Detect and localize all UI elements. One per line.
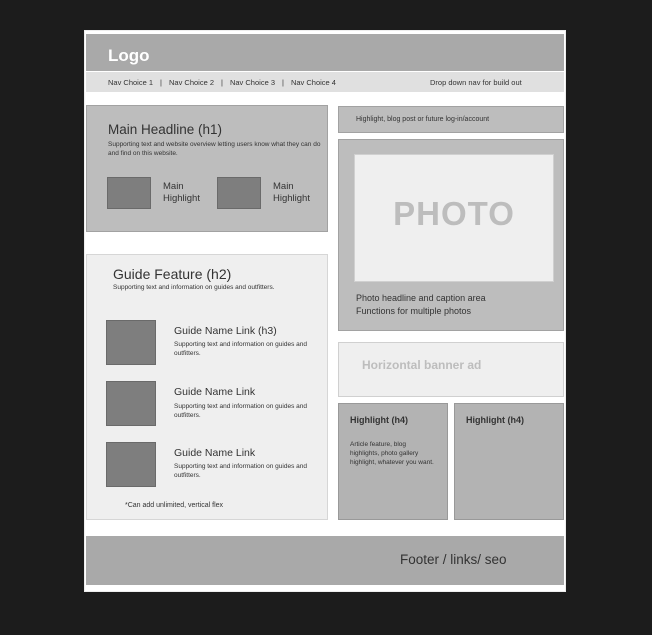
photo-caption-line-1: Photo headline and caption area	[356, 293, 486, 303]
guide-image-3[interactable]	[106, 442, 156, 487]
photo-caption-line-2: Functions for multiple photos	[356, 306, 472, 316]
guide-desc-3: Supporting text and information on guide…	[174, 463, 307, 479]
highlight-title-1[interactable]: Highlight (h4)	[350, 415, 408, 425]
photo-caption: Photo headline and caption area Function…	[356, 292, 556, 318]
nav-choice-3[interactable]: Nav Choice 3	[230, 78, 275, 87]
banner-ad-label: Horizontal banner ad	[362, 358, 482, 372]
guide-image-1[interactable]	[106, 320, 156, 365]
nav-choice-2[interactable]: Nav Choice 2	[169, 78, 214, 87]
guide-name-link-2[interactable]: Guide Name Link	[174, 386, 255, 398]
guide-feature-title: Guide Feature (h2)	[113, 266, 232, 282]
main-highlight-image-1[interactable]	[107, 177, 151, 209]
main-headline: Main Headline (h1)	[108, 122, 223, 137]
highlight-desc-1: Article feature, blog highlights, photo …	[350, 441, 434, 466]
dropdown-nav-note: Drop down nav for build out	[430, 78, 522, 87]
guide-desc-2: Supporting text and information on guide…	[174, 403, 307, 419]
guide-image-2[interactable]	[106, 381, 156, 426]
nav-separator: |	[221, 78, 223, 87]
nav-choice-4[interactable]: Nav Choice 4	[291, 78, 336, 87]
highlight-blog-login-text[interactable]: Highlight, blog post or future log-in/ac…	[356, 116, 489, 123]
logo[interactable]: Logo	[108, 46, 150, 66]
highlight-title-2[interactable]: Highlight (h4)	[466, 415, 524, 425]
guide-name-link-1[interactable]: Guide Name Link (h3)	[174, 325, 277, 337]
main-highlight-label-1[interactable]: Main Highlight	[163, 181, 213, 205]
nav-separator: |	[160, 78, 162, 87]
guide-supporting-text: Supporting text and information on guide…	[113, 284, 275, 291]
header-bar	[86, 34, 564, 71]
photo-label: PHOTO	[393, 195, 515, 232]
guide-name-link-3[interactable]: Guide Name Link	[174, 447, 255, 459]
nav-separator: |	[282, 78, 284, 87]
footer-links[interactable]: Footer / links/ seo	[400, 552, 507, 567]
nav-choice-1[interactable]: Nav Choice 1	[108, 78, 153, 87]
nav-list: Nav Choice 1 | Nav Choice 2 | Nav Choice…	[108, 78, 336, 87]
flex-note: *Can add unlimited, vertical flex	[125, 502, 224, 509]
main-supporting-text: Supporting text and website overview let…	[108, 141, 321, 157]
main-highlight-image-2[interactable]	[217, 177, 261, 209]
guide-desc-1: Supporting text and information on guide…	[174, 341, 307, 357]
main-highlight-label-2[interactable]: Main Highlight	[273, 181, 323, 205]
